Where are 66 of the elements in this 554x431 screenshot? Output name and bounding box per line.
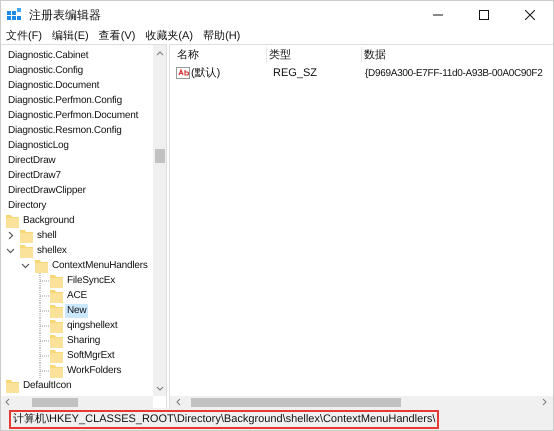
scroll-thumb[interactable] <box>32 398 78 406</box>
horizontal-scrollbar[interactable] <box>1 396 153 408</box>
registry-app-icon <box>7 8 21 22</box>
chevron-down-icon[interactable] <box>21 261 30 270</box>
tree-item[interactable]: ACE <box>65 288 89 302</box>
tree-item[interactable]: Directory <box>6 198 48 212</box>
folder-icon <box>6 214 19 228</box>
tree-item[interactable]: FileSyncEx <box>65 274 118 288</box>
tree-item[interactable]: Diagnostic.Config <box>6 64 85 78</box>
tree-item[interactable]: ContextMenuHandlers <box>50 258 150 272</box>
value-data: {D969A300-E7FF-11d0-A93B-00A0C90F2 <box>364 66 543 80</box>
tree-item[interactable]: New <box>65 304 88 318</box>
scroll-left-icon[interactable] <box>4 398 10 406</box>
scroll-right-icon[interactable] <box>542 398 548 406</box>
tree-item[interactable]: DirectDrawClipper <box>6 184 88 198</box>
tree-item[interactable]: qingshellext <box>65 318 120 332</box>
tree-item[interactable]: Diagnostic.Document <box>6 78 102 92</box>
menu-item[interactable]: 文件(F) <box>6 29 42 43</box>
folder-icon <box>50 304 63 318</box>
tree-item[interactable]: Diagnostic.Resmon.Config <box>6 124 124 138</box>
folder-icon <box>50 334 63 348</box>
column-header[interactable]: 数据 <box>361 46 386 64</box>
window-title: 注册表编辑器 <box>29 7 101 24</box>
tree-item[interactable]: DefaultIcon <box>21 378 74 392</box>
folder-icon <box>50 288 63 302</box>
vertical-scrollbar[interactable] <box>153 45 166 396</box>
tree-item[interactable]: Sharing <box>65 334 102 348</box>
tree-item[interactable]: DirectDraw7 <box>6 168 63 182</box>
value-type: REG_SZ <box>272 66 318 81</box>
menu-item[interactable]: 编辑(E) <box>52 29 89 43</box>
tree-item[interactable]: Diagnostic.Perfmon.Config <box>6 94 124 108</box>
horizontal-scrollbar[interactable] <box>170 396 553 408</box>
scroll-left-icon[interactable] <box>175 398 181 406</box>
scroll-thumb[interactable] <box>191 398 401 406</box>
tree-item[interactable]: shell <box>35 228 59 242</box>
menu-item[interactable]: 查看(V) <box>98 29 136 43</box>
folder-icon <box>50 364 63 378</box>
folder-icon <box>20 244 33 258</box>
tree-item[interactable]: shellex <box>35 244 69 258</box>
scroll-thumb[interactable] <box>154 149 164 163</box>
tree-item[interactable]: DirectDraw <box>6 154 58 168</box>
tree-item[interactable]: Diagnostic.Perfmon.Document <box>6 108 140 122</box>
scroll-up-icon[interactable] <box>156 50 164 56</box>
tree-item[interactable]: WorkFolders <box>65 364 124 378</box>
column-header[interactable]: 名称 <box>170 46 266 64</box>
tree-item[interactable]: Diagnostic.Cabinet <box>6 48 90 62</box>
chevron-down-icon[interactable] <box>6 246 15 255</box>
tree-item[interactable]: Background <box>21 214 76 228</box>
column-header[interactable]: 类型 <box>266 46 361 64</box>
folder-icon <box>35 258 48 272</box>
chevron-right-icon[interactable] <box>6 231 15 240</box>
folder-icon <box>50 318 63 332</box>
string-value-icon <box>176 67 190 79</box>
folder-icon <box>20 228 33 242</box>
folder-icon <box>50 348 63 362</box>
tree-item[interactable]: DiagnosticLog <box>6 138 71 152</box>
tree-item[interactable]: SoftMgrExt <box>65 348 116 362</box>
folder-icon <box>6 378 19 392</box>
folder-icon <box>50 274 63 288</box>
status-path: 计算机\HKEY_CLASSES_ROOT\Directory\Background\shellex\ContextMenuHandlers\ <box>9 410 440 428</box>
value-name: (默认) <box>191 66 220 81</box>
menu-item[interactable]: 收藏夹(A) <box>145 29 194 43</box>
menu-item[interactable]: 帮助(H) <box>203 29 240 43</box>
maximize-icon <box>479 10 489 20</box>
close-icon <box>525 10 535 20</box>
scroll-down-icon[interactable] <box>156 386 164 392</box>
